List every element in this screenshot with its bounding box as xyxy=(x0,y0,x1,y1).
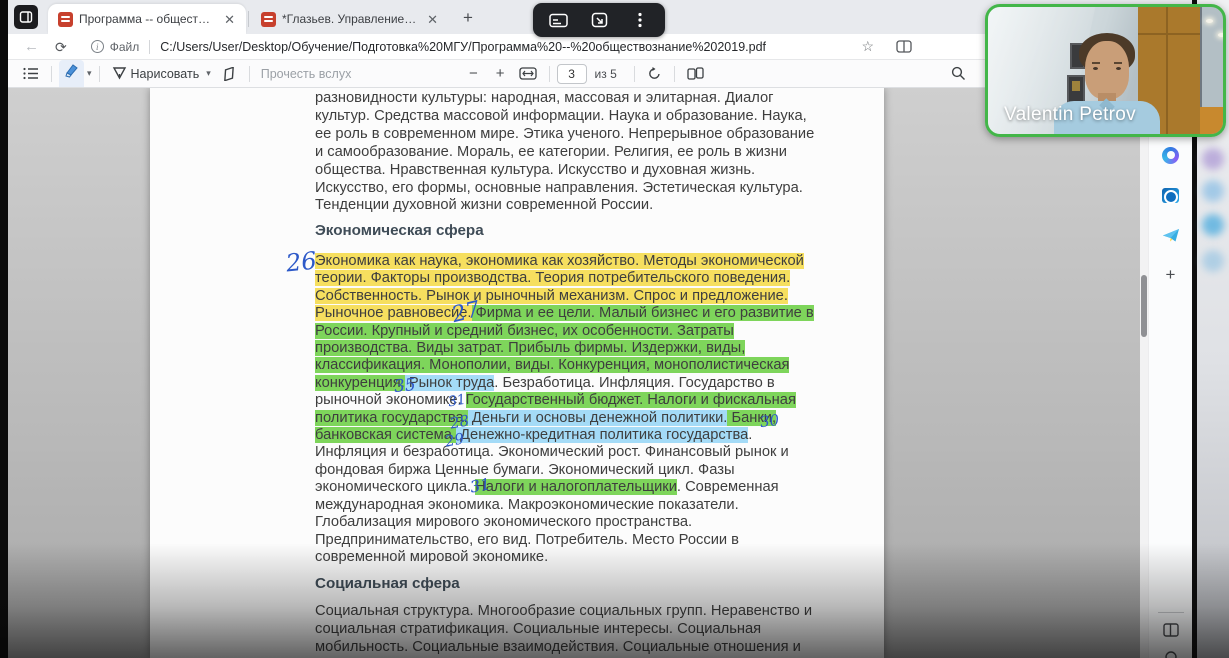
add-app-icon[interactable]: + xyxy=(1158,262,1184,288)
highlighter-button[interactable] xyxy=(59,60,84,87)
search-button[interactable] xyxy=(946,63,971,84)
share-controls-pill xyxy=(533,3,665,37)
telegram-icon[interactable] xyxy=(1158,222,1184,248)
rotate-button[interactable] xyxy=(642,63,667,84)
page-number-input[interactable] xyxy=(556,63,587,84)
zoom-out-button[interactable]: − xyxy=(460,65,487,82)
draw-label: Нарисовать xyxy=(130,66,200,81)
outlook-icon[interactable] xyxy=(1158,182,1184,208)
loop-icon[interactable] xyxy=(1158,142,1184,168)
toolbar-separator xyxy=(248,65,250,82)
screen: Программа -- обществознание ✕ *Глазьев. … xyxy=(0,0,1229,658)
economic-paragraph: Экономика как наука, экономика как хозяй… xyxy=(315,253,825,566)
paragraph-social: Социальная структура. Многообразие социа… xyxy=(315,603,813,655)
person-face xyxy=(1085,41,1129,99)
table-of-contents-button[interactable] xyxy=(18,64,44,83)
captions-icon[interactable] xyxy=(544,7,574,33)
sidebar-divider xyxy=(1157,612,1184,613)
scrollbar-thumb[interactable] xyxy=(1141,275,1147,337)
address-field[interactable]: i Файл C:/Users/User/Desktop/Обучение/По… xyxy=(90,39,766,54)
sidebar-toggle-icon[interactable] xyxy=(1162,623,1179,642)
blurred-app-icon xyxy=(1202,214,1224,236)
page-layout-button[interactable] xyxy=(682,64,709,84)
toolbar-separator xyxy=(673,65,675,82)
tab-separator xyxy=(248,11,249,27)
toolbar-separator xyxy=(548,65,550,82)
toolbar-separator xyxy=(633,65,635,82)
blurred-app-icon xyxy=(1202,180,1224,202)
text-segment-blue: Деньги и основы денежной политики. xyxy=(467,409,728,426)
heading-social: Социальная сфера xyxy=(315,575,460,592)
tab-glazev[interactable]: *Глазьев. Управление экономи ✕ xyxy=(251,4,449,34)
eraser-button[interactable] xyxy=(216,64,242,84)
tab-close-icon[interactable]: ✕ xyxy=(221,12,238,27)
more-options-icon[interactable] xyxy=(625,7,655,33)
tab-close-icon[interactable]: ✕ xyxy=(424,12,441,27)
fit-width-button[interactable] xyxy=(514,64,542,83)
reload-icon[interactable]: ⟳ xyxy=(49,40,73,54)
tab-program[interactable]: Программа -- обществознание ✕ xyxy=(48,4,246,34)
pdf-scrollbar[interactable] xyxy=(1140,88,1148,658)
info-icon[interactable]: i xyxy=(90,40,104,53)
tab-title: Программа -- обществознание xyxy=(79,12,215,26)
eraser-icon xyxy=(223,66,234,81)
pdf-view-controls: − + из 5 xyxy=(460,63,709,84)
window-icon xyxy=(19,11,33,23)
screen-bezel xyxy=(0,0,8,658)
back-icon[interactable]: ← xyxy=(18,39,45,54)
tab-title: *Глазьев. Управление экономи xyxy=(282,12,418,26)
ceiling-light xyxy=(1206,19,1213,23)
text-segment-green: Налоги и налогоплательщики xyxy=(475,479,677,496)
search-icon xyxy=(951,66,965,80)
webcam-cabinet-lower xyxy=(1200,107,1223,134)
scheme-label: Файл xyxy=(109,39,140,54)
zoom-in-button[interactable]: + xyxy=(487,65,514,82)
new-tab-button[interactable]: + xyxy=(457,8,479,28)
ceiling-light xyxy=(1218,33,1223,37)
heading-economic: Экономическая сфера xyxy=(315,222,484,239)
pdf-favicon xyxy=(261,11,276,27)
chevron-down-icon: ▾ xyxy=(206,68,211,78)
participant-name: Valentin Petrov xyxy=(1004,104,1136,125)
settings-icon[interactable] xyxy=(1164,650,1178,658)
pen-icon xyxy=(112,67,126,80)
read-aloud-button[interactable]: Прочесть вслух xyxy=(261,67,352,81)
workspaces-button[interactable] xyxy=(14,5,38,29)
split-screen-icon[interactable] xyxy=(896,40,912,53)
url-text[interactable]: C:/Users/User/Desktop/Обучение/Подготовк… xyxy=(160,40,766,54)
blurred-app-icon xyxy=(1202,148,1224,170)
favorite-star-icon[interactable]: ☆ xyxy=(861,38,874,55)
page-count-label: из 5 xyxy=(594,66,617,81)
edge-sidebar: ♟ ♜ + xyxy=(1148,88,1192,658)
highlighter-icon xyxy=(65,64,78,78)
address-divider xyxy=(149,39,151,54)
text-segment-blue: Денежно-кредитная политика государства xyxy=(456,427,749,444)
webcam-tile[interactable]: Valentin Petrov xyxy=(985,4,1226,137)
toolbar-separator xyxy=(98,65,100,82)
toolbar-separator xyxy=(51,65,52,82)
paragraph-culture: разновидности культуры: народная, массов… xyxy=(315,90,815,214)
text-segment-blue: Рынок труда xyxy=(404,374,495,391)
blurred-app-icon xyxy=(1202,250,1224,272)
chevron-down-icon[interactable]: ▾ xyxy=(87,68,92,79)
pdf-viewer: разновидности культуры: народная, массов… xyxy=(8,88,1148,658)
picture-in-picture-icon[interactable] xyxy=(584,7,614,33)
draw-button[interactable]: Нарисовать ▾ xyxy=(107,63,216,84)
pdf-favicon xyxy=(58,11,73,27)
